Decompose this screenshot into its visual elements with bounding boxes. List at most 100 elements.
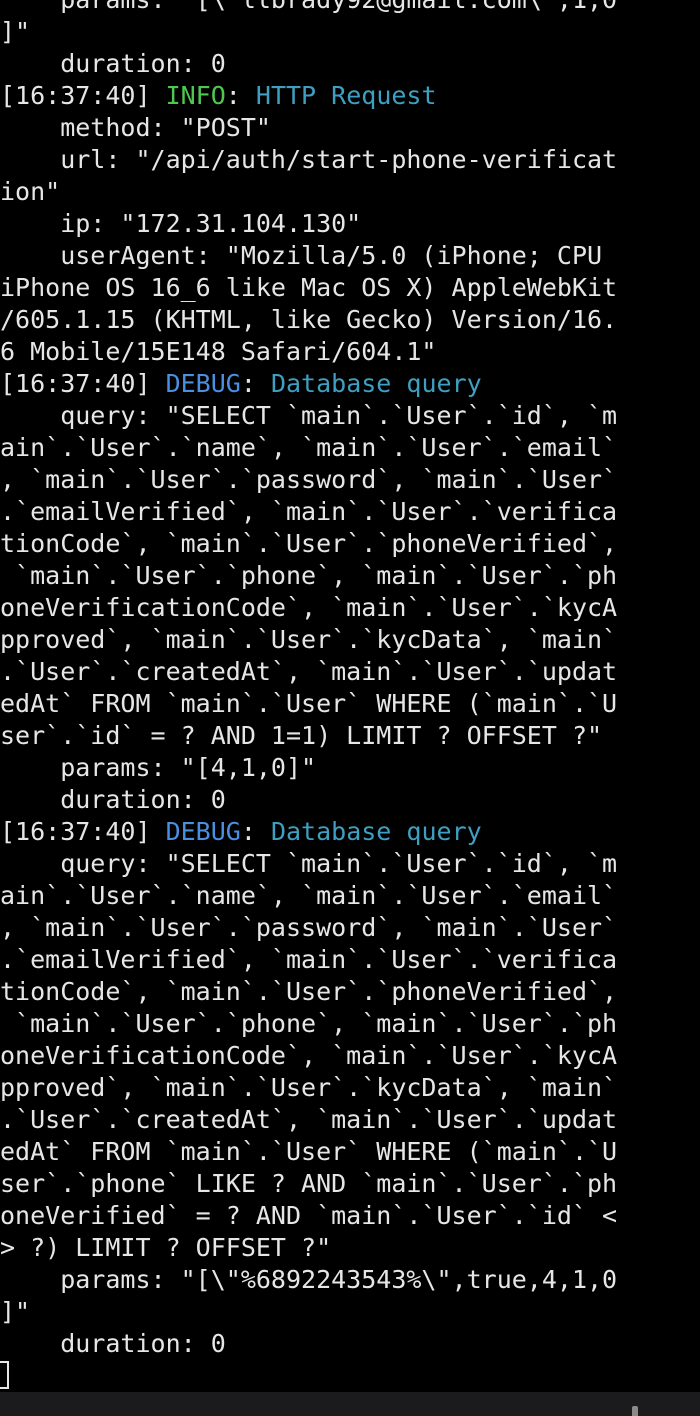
log-text: params: "[\"%6892243543%\",true,4,1,0 (0, 1265, 618, 1294)
log-line: duration: 0 (0, 784, 700, 816)
log-line: oneVerificationCode`, `main`.`User`.`kyc… (0, 1040, 700, 1072)
log-text: params: "[\"llbrady92@gmail.com\",1,0 (0, 0, 617, 14)
log-line: duration: 0 (0, 48, 700, 80)
log-line: [16:37:40] INFO: HTTP Request (0, 80, 700, 112)
log-text: ip: "172.31.104.130" (0, 209, 362, 238)
log-line: [16:37:40] DEBUG: Database query (0, 816, 700, 848)
terminal-output[interactable]: params: "[\"llbrady92@gmail.com\",1,0]" … (0, 0, 700, 1392)
log-line: .`emailVerified`, `main`.`User`.`verific… (0, 496, 700, 528)
log-text: oneVerified` = ? AND `main`.`User`.`id` … (0, 1201, 618, 1230)
prompt-line[interactable] (0, 1360, 700, 1392)
log-text: ]" (0, 1297, 31, 1326)
log-line: , `main`.`User`.`password`, `main`.`User… (0, 912, 700, 944)
log-text: ]" (0, 17, 31, 46)
log-line: url: "/api/auth/start-phone-verificat (0, 144, 700, 176)
log-text: .`emailVerified`, `main`.`User`.`verific… (0, 497, 618, 526)
log-text: ain`.`User`.`name`, `main`.`User`.`email… (0, 433, 618, 462)
log-text: > ?) LIMIT ? OFFSET ?" (0, 1233, 332, 1262)
log-text: .`User`.`createdAt`, `main`.`User`.`upda… (0, 657, 618, 686)
log-line: .`User`.`createdAt`, `main`.`User`.`upda… (0, 656, 700, 688)
log-separator: : (240, 369, 271, 398)
log-line: edAt` FROM `main`.`User` WHERE (`main`.`… (0, 688, 700, 720)
log-line: query: "SELECT `main`.`User`.`id`, `m (0, 848, 700, 880)
log-line: `main`.`User`.`phone`, `main`.`User`.`ph (0, 1008, 700, 1040)
log-text: userAgent: "Mozilla/5.0 (iPhone; CPU (0, 241, 603, 270)
log-text: , `main`.`User`.`password`, `main`.`User… (0, 465, 618, 494)
log-text: duration: 0 (0, 1329, 226, 1358)
log-timestamp: [16:37:40] (0, 369, 166, 398)
log-line: ain`.`User`.`name`, `main`.`User`.`email… (0, 880, 700, 912)
log-message: Database query (270, 817, 482, 846)
log-line: /605.1.15 (KHTML, like Gecko) Version/16… (0, 304, 700, 336)
log-text: duration: 0 (0, 49, 226, 78)
log-line: iPhone OS 16_6 like Mac OS X) AppleWebKi… (0, 272, 700, 304)
log-text: ser`.`phone` LIKE ? AND `main`.`User`.`p… (0, 1169, 618, 1198)
log-line: edAt` FROM `main`.`User` WHERE (`main`.`… (0, 1136, 700, 1168)
log-separator: : (240, 817, 271, 846)
log-text: tionCode`, `main`.`User`.`phoneVerified`… (0, 529, 618, 558)
log-line: oneVerified` = ? AND `main`.`User`.`id` … (0, 1200, 700, 1232)
log-text: tionCode`, `main`.`User`.`phoneVerified`… (0, 977, 618, 1006)
log-timestamp: [16:37:40] (0, 81, 166, 110)
log-line: ain`.`User`.`name`, `main`.`User`.`email… (0, 432, 700, 464)
log-line: params: "[4,1,0]" (0, 752, 700, 784)
log-text: url: "/api/auth/start-phone-verificat (0, 145, 618, 174)
log-text: /605.1.15 (KHTML, like Gecko) Version/16… (0, 305, 618, 334)
log-text: ain`.`User`.`name`, `main`.`User`.`email… (0, 881, 618, 910)
log-line: .`emailVerified`, `main`.`User`.`verific… (0, 944, 700, 976)
log-text: ion" (0, 177, 61, 206)
log-line: ser`.`id` = ? AND 1=1) LIMIT ? OFFSET ?" (0, 720, 700, 752)
log-text: pproved`, `main`.`User`.`kycData`, `main… (0, 1073, 618, 1102)
log-line: > ?) LIMIT ? OFFSET ?" (0, 1232, 700, 1264)
log-line: 6 Mobile/15E148 Safari/604.1" (0, 336, 700, 368)
log-line: pproved`, `main`.`User`.`kycData`, `main… (0, 624, 700, 656)
log-line: query: "SELECT `main`.`User`.`id`, `m (0, 400, 700, 432)
log-line: ip: "172.31.104.130" (0, 208, 700, 240)
log-line: method: "POST" (0, 112, 700, 144)
log-text: query: "SELECT `main`.`User`.`id`, `m (0, 849, 618, 878)
log-text: 6 Mobile/15E148 Safari/604.1" (0, 337, 437, 366)
log-level: DEBUG (165, 369, 241, 398)
log-text: ser`.`id` = ? AND 1=1) LIMIT ? OFFSET ?" (0, 721, 603, 750)
log-line: userAgent: "Mozilla/5.0 (iPhone; CPU (0, 240, 700, 272)
log-line: [16:37:40] DEBUG: Database query (0, 368, 700, 400)
log-text: , `main`.`User`.`password`, `main`.`User… (0, 913, 618, 942)
log-text: duration: 0 (0, 785, 226, 814)
log-line: pproved`, `main`.`User`.`kycData`, `main… (0, 1072, 700, 1104)
log-text: edAt` FROM `main`.`User` WHERE (`main`.`… (0, 689, 618, 718)
log-line: params: "[\"%6892243543%\",true,4,1,0 (0, 1264, 700, 1296)
log-line: tionCode`, `main`.`User`.`phoneVerified`… (0, 976, 700, 1008)
log-text: .`User`.`createdAt`, `main`.`User`.`upda… (0, 1105, 618, 1134)
log-text: method: "POST" (0, 113, 271, 142)
log-output: params: "[\"llbrady92@gmail.com\",1,0]" … (0, 0, 700, 1392)
log-text: query: "SELECT `main`.`User`.`id`, `m (0, 401, 618, 430)
log-line: oneVerificationCode`, `main`.`User`.`kyc… (0, 592, 700, 624)
log-level: DEBUG (165, 817, 241, 846)
log-text: `main`.`User`.`phone`, `main`.`User`.`ph (0, 1009, 618, 1038)
log-line: params: "[\"llbrady92@gmail.com\",1,0 (0, 0, 700, 16)
log-line: ]" (0, 1296, 700, 1328)
log-line: , `main`.`User`.`password`, `main`.`User… (0, 464, 700, 496)
log-text: oneVerificationCode`, `main`.`User`.`kyc… (0, 1041, 618, 1070)
log-line: ]" (0, 16, 700, 48)
log-message: HTTP Request (255, 81, 437, 110)
log-text: .`emailVerified`, `main`.`User`.`verific… (0, 945, 618, 974)
log-text: iPhone OS 16_6 like Mac OS X) AppleWebKi… (0, 273, 618, 302)
log-text: params: "[4,1,0]" (0, 753, 317, 782)
log-level: INFO (165, 81, 226, 110)
log-text: edAt` FROM `main`.`User` WHERE (`main`.`… (0, 1137, 618, 1166)
terminal-cursor (0, 1361, 9, 1389)
log-separator: : (225, 81, 256, 110)
log-line: .`User`.`createdAt`, `main`.`User`.`upda… (0, 1104, 700, 1136)
log-line: tionCode`, `main`.`User`.`phoneVerified`… (0, 528, 700, 560)
log-message: Database query (270, 369, 482, 398)
log-text: oneVerificationCode`, `main`.`User`.`kyc… (0, 593, 618, 622)
log-line: duration: 0 (0, 1328, 700, 1360)
status-indicator (632, 1406, 638, 1416)
log-line: ion" (0, 176, 700, 208)
log-line: ser`.`phone` LIKE ? AND `main`.`User`.`p… (0, 1168, 700, 1200)
log-text: pproved`, `main`.`User`.`kycData`, `main… (0, 625, 618, 654)
status-bar (0, 1392, 700, 1416)
log-timestamp: [16:37:40] (0, 817, 166, 846)
log-line: `main`.`User`.`phone`, `main`.`User`.`ph (0, 560, 700, 592)
